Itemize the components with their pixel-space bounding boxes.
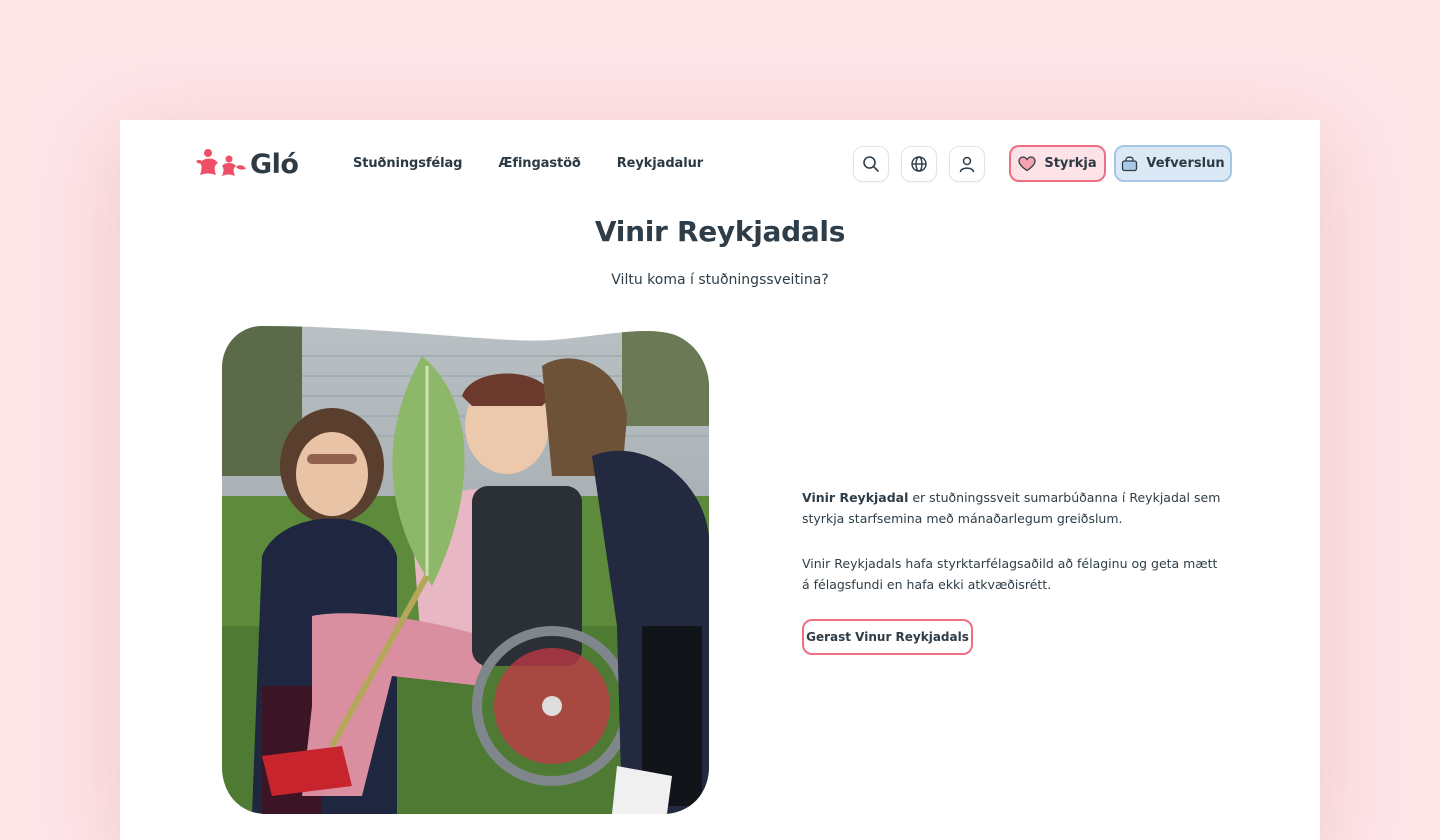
org-name: Vinir Reykjadal bbox=[802, 490, 909, 505]
account-button[interactable] bbox=[949, 146, 985, 182]
nav-item-reykjadalur[interactable]: Reykjadalur bbox=[617, 156, 703, 171]
search-icon bbox=[863, 156, 879, 172]
logo-text: Gló bbox=[250, 148, 299, 180]
page-subtitle: Viltu koma í stuðningssveitina? bbox=[611, 272, 829, 288]
logo-mark-icon bbox=[196, 149, 246, 176]
user-icon bbox=[959, 156, 975, 173]
description-paragraph-2: Vinir Reykjadals hafa styrktarfélagsaðil… bbox=[802, 556, 1218, 592]
globe-icon bbox=[911, 156, 927, 172]
shop-button[interactable]: Vefverslun bbox=[1114, 145, 1232, 182]
donate-button[interactable]: Styrkja bbox=[1009, 145, 1106, 182]
donate-label: Styrkja bbox=[1044, 156, 1097, 171]
nav-item-studningsfelag[interactable]: Stuðningsfélag bbox=[353, 156, 462, 171]
main-nav: Stuðningsfélag Æfingastöð Reykjadalur bbox=[353, 156, 703, 171]
search-button[interactable] bbox=[853, 146, 889, 182]
description: Vinir Reykjadal er stuðningssveit sumarb… bbox=[802, 487, 1222, 619]
shop-label: Vefverslun bbox=[1146, 156, 1225, 171]
hero-photo bbox=[222, 326, 709, 814]
language-button[interactable] bbox=[901, 146, 937, 182]
logo[interactable]: Gló bbox=[196, 145, 299, 183]
become-friend-button[interactable]: Gerast Vinur Reykjadals bbox=[802, 619, 973, 655]
description-paragraph-1: Vinir Reykjadal er stuðningssveit sumarb… bbox=[802, 487, 1222, 529]
page-card: Gló Stuðningsfélag Æfingastöð Reykjadalu… bbox=[120, 120, 1320, 840]
nav-item-aefingastod[interactable]: Æfingastöð bbox=[498, 156, 580, 171]
shopping-bag-icon bbox=[1122, 156, 1138, 171]
page-title: Vinir Reykjadals bbox=[594, 215, 846, 248]
heart-icon bbox=[1018, 155, 1036, 171]
